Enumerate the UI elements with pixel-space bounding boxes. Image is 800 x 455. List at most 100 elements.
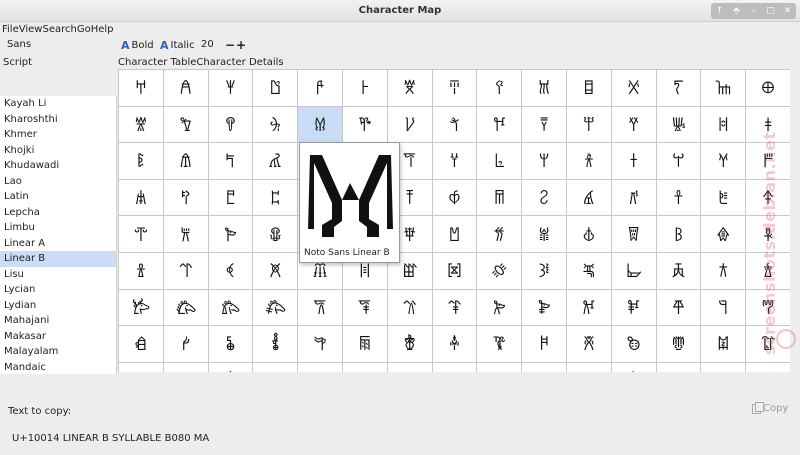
script-item[interactable]: Linear B xyxy=(0,251,116,267)
character-cell[interactable]: 𐀍 xyxy=(656,70,702,107)
character-cell[interactable]: 𐂫 xyxy=(612,362,657,372)
character-cell[interactable]: 𐂋 xyxy=(522,289,567,327)
character-cell[interactable]: 𐂥 xyxy=(343,362,388,372)
character-cell[interactable]: 𐀎 xyxy=(701,70,747,107)
character-cell[interactable]: 𐀑 xyxy=(163,106,209,144)
character-cell[interactable]: 𐀬 xyxy=(656,143,702,180)
character-cell[interactable]: 𐂦 xyxy=(388,362,433,372)
character-cell[interactable]: 𐂏 xyxy=(701,289,747,327)
character-cell[interactable]: 𐁋 xyxy=(611,216,657,253)
character-cell[interactable]: 𐁔 xyxy=(253,252,299,290)
character-cell[interactable]: 𐀼 xyxy=(656,179,702,217)
script-item[interactable]: Mahajani xyxy=(0,313,116,329)
character-cell[interactable]: 𐀨 xyxy=(477,143,523,180)
font-size-value[interactable]: 20 xyxy=(201,39,214,50)
character-cell[interactable]: 𐂛 xyxy=(566,326,612,363)
character-cell[interactable]: 𐂠 xyxy=(119,362,164,372)
character-cell[interactable]: 𐂩 xyxy=(522,362,567,372)
character-cell[interactable]: 𐀸 xyxy=(522,179,567,217)
character-cell[interactable]: 𐀈 xyxy=(477,70,523,107)
character-cell[interactable]: 𐁘 xyxy=(432,252,478,290)
character-cell[interactable]: 𐀏 xyxy=(746,70,790,107)
script-item[interactable]: Kayah Li xyxy=(0,96,116,112)
close-icon[interactable]: ✕ xyxy=(783,6,792,16)
character-cell[interactable]: 𐂃 xyxy=(163,289,209,327)
character-cell[interactable]: 𐀁 xyxy=(163,70,209,107)
character-cell[interactable]: 𐂓 xyxy=(208,326,254,363)
character-cell[interactable]: 𐁀 xyxy=(119,216,164,253)
character-cell[interactable]: 𐂒 xyxy=(163,326,209,363)
character-cell[interactable]: 𐀘 xyxy=(477,106,523,144)
character-cell[interactable]: 𐂔 xyxy=(253,326,299,363)
character-cell[interactable]: 𐁝 xyxy=(656,252,702,290)
character-cell[interactable]: 𐀠 xyxy=(163,143,209,180)
character-cell[interactable]: 𐂉 xyxy=(432,289,478,327)
script-item[interactable]: Latin xyxy=(0,189,116,205)
character-cell[interactable]: 𐁓 xyxy=(208,252,254,290)
character-cell[interactable]: 𐀜 xyxy=(656,106,702,144)
character-cell[interactable]: 𐂘 xyxy=(432,326,478,363)
character-cell[interactable]: 𐀆 xyxy=(387,70,433,107)
character-cell[interactable]: 𐀡 xyxy=(208,143,254,180)
character-cell[interactable]: 𐁃 xyxy=(253,216,299,253)
keep-above-icon[interactable]: ↑ xyxy=(715,6,724,16)
script-list[interactable]: Kayah Li Kharoshthi Khmer Khojki Khudawadi La… xyxy=(0,96,117,374)
character-cell[interactable]: 𐀝 xyxy=(701,106,747,144)
character-cell[interactable]: 𐁉 xyxy=(522,216,567,253)
character-cell[interactable]: 𐂜 xyxy=(611,326,657,363)
character-cell[interactable]: 𐀅 xyxy=(342,70,388,107)
script-item[interactable]: Lepcha xyxy=(0,205,116,221)
script-item[interactable]: Lao xyxy=(0,174,116,190)
character-cell[interactable]: 𐂡 xyxy=(164,362,209,372)
character-cell[interactable]: 𐁍 xyxy=(701,216,747,253)
character-cell[interactable]: 𐀶 xyxy=(432,179,478,217)
script-item[interactable]: Lydian xyxy=(0,298,116,314)
character-cell[interactable]: 𐂪 xyxy=(567,362,612,372)
character-cell[interactable]: 𐀇 xyxy=(432,70,478,107)
character-cell[interactable]: 𐁑 xyxy=(119,252,164,290)
character-cell[interactable]: 𐀰 xyxy=(163,179,209,217)
script-item[interactable]: Limbu xyxy=(0,220,116,236)
menu-view[interactable]: View xyxy=(19,24,43,38)
character-cell[interactable]: 𐂈 xyxy=(387,289,433,327)
character-cell[interactable]: 𐀙 xyxy=(522,106,567,144)
character-cell[interactable]: 𐂤 xyxy=(298,362,343,372)
character-cell[interactable]: 𐂄 xyxy=(208,289,254,327)
character-cell[interactable]: 𐁈 xyxy=(477,216,523,253)
script-item[interactable]: Linear A xyxy=(0,236,116,252)
script-item[interactable]: Makasar xyxy=(0,329,116,345)
character-cell[interactable]: 𐂆 xyxy=(298,289,343,327)
character-cell[interactable]: 𐂑 xyxy=(119,326,164,363)
script-item[interactable]: Mandaic xyxy=(0,360,116,375)
character-cell[interactable]: 𐀐 xyxy=(119,106,164,144)
character-cell[interactable]: 𐀗 xyxy=(432,106,478,144)
character-cell[interactable]: 𐁌 xyxy=(656,216,702,253)
character-cell[interactable]: 𐂢 xyxy=(209,362,254,372)
character-cell[interactable]: 𐀢 xyxy=(253,143,299,180)
character-cell[interactable]: 𐂭 xyxy=(701,362,747,372)
character-cell[interactable]: 𐂍 xyxy=(611,289,657,327)
italic-toggle[interactable]: A Italic xyxy=(160,39,195,52)
character-cell[interactable]: 𐂝 xyxy=(656,326,702,363)
character-cell[interactable]: 𐁂 xyxy=(208,216,254,253)
tab-character-details[interactable]: Character Details xyxy=(196,57,283,68)
font-selector[interactable]: Sans xyxy=(7,39,31,50)
roll-up-icon[interactable]: ⬘ xyxy=(732,6,741,16)
character-cell[interactable]: 𐂮 xyxy=(746,362,790,372)
size-increase-button[interactable]: + xyxy=(236,38,246,52)
character-cell[interactable]: 𐀲 xyxy=(253,179,299,217)
character-cell[interactable]: 𐀓 xyxy=(253,106,299,144)
character-cell[interactable]: 𐁛 xyxy=(566,252,612,290)
script-item[interactable]: Khojki xyxy=(0,143,116,159)
character-cell[interactable]: 𐂌 xyxy=(566,289,612,327)
character-cell[interactable]: 𐁚 xyxy=(522,252,567,290)
character-cell[interactable]: 𐀃 xyxy=(253,70,299,107)
character-cell[interactable]: 𐀋 xyxy=(611,70,657,107)
character-cell[interactable]: 𐀔 xyxy=(298,106,343,144)
character-cell[interactable]: 𐁜 xyxy=(611,252,657,290)
character-cell[interactable]: 𐂙 xyxy=(477,326,523,363)
character-cell[interactable]: 𐁇 xyxy=(432,216,478,253)
character-cell[interactable]: 𐂣 xyxy=(253,362,299,372)
character-cell[interactable]: 𐀟 xyxy=(119,143,164,180)
character-cell[interactable]: 𐀪 xyxy=(566,143,612,180)
